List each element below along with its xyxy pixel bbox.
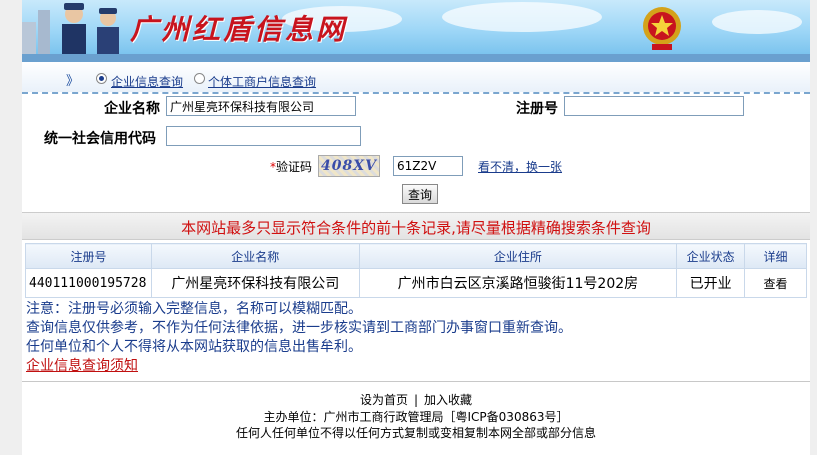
header-detail: 详细 <box>744 243 807 269</box>
cell-status: 已开业 <box>676 268 746 298</box>
add-favorite-link[interactable]: 加入收藏 <box>424 393 472 407</box>
footer-copyright: 任何人任何单位不得以任何方式复制或变相复制本网全部或部分信息 <box>235 426 596 440</box>
captcha-input[interactable] <box>393 156 463 176</box>
emblem-icon <box>643 7 681 50</box>
notice-bar: 本网站最多只显示符合条件的前十条记录,请尽量根据精确搜索条件查询 <box>22 212 810 240</box>
header-divider <box>22 54 810 62</box>
cell-company-name: 广州星亮环保科技有限公司 <box>150 268 360 298</box>
radio-enterprise-label[interactable]: 企业信息查询 <box>111 73 183 90</box>
reg-no-label: 注册号 <box>516 101 558 117</box>
credit-code-input[interactable] <box>166 126 361 146</box>
header-address: 企业住所 <box>358 243 678 269</box>
note-line-2: 查询信息仅供参考，不作为任何法律依据，进一步核实请到工商部门办事窗口重新查询。 <box>26 320 572 336</box>
left-margin <box>0 0 22 455</box>
radio-enterprise[interactable] <box>96 73 107 84</box>
view-detail-link[interactable]: 查看 <box>744 268 807 298</box>
page-main: 广州红盾信息网 》 企业信息查询 个体工商户信息查询 企业名称 注册号 统一社会… <box>22 0 810 455</box>
footer-divider <box>22 381 810 382</box>
captcha-label: *验证码 <box>270 158 312 175</box>
radio-individual-label[interactable]: 个体工商户信息查询 <box>208 73 316 90</box>
double-arrow-icon: 》 <box>66 74 80 89</box>
captcha-image[interactable]: 408XV <box>318 155 380 177</box>
query-button[interactable]: 查询 <box>402 184 438 204</box>
company-name-label: 企业名称 <box>104 101 160 117</box>
reg-no-input[interactable] <box>564 96 744 116</box>
footer-links: 设为首页 | 加入收藏 <box>22 391 810 408</box>
result-limit-notice: 本网站最多只显示符合条件的前十条记录,请尽量根据精确搜索条件查询 <box>181 219 651 237</box>
city-officers-illustration <box>22 3 119 54</box>
results-table: 注册号 企业名称 企业住所 企业状态 详细 440111000195728 广州… <box>25 243 807 298</box>
company-name-input[interactable] <box>166 96 356 116</box>
header-company-name: 企业名称 <box>150 243 360 269</box>
credit-code-label: 统一社会信用代码 <box>44 131 156 147</box>
notes-block: 注意：注册号必须输入完整信息，名称可以模糊匹配。 查询信息仅供参考，不作为任何法… <box>26 300 572 376</box>
cell-reg-no: 440111000195728 <box>25 268 152 298</box>
cell-address: 广州市白云区京溪路恒骏街11号202房 <box>358 268 678 298</box>
refresh-captcha-link[interactable]: 看不清，换一张 <box>478 158 562 175</box>
set-home-link[interactable]: 设为首页 <box>360 393 408 407</box>
search-type-bar: 》 企业信息查询 个体工商户信息查询 <box>22 62 810 94</box>
note-line-3: 任何单位和个人不得将从本网站获取的信息出售牟利。 <box>26 339 362 355</box>
header-status: 企业状态 <box>676 243 746 269</box>
footer-sponsor: 主办单位：广州市工商行政管理局［粤ICP备030863号］ <box>263 410 569 424</box>
table-header-row: 注册号 企业名称 企业住所 企业状态 详细 <box>25 243 807 269</box>
captcha-label-text: 验证码 <box>276 160 313 174</box>
table-row: 440111000195728 广州星亮环保科技有限公司 广州市白云区京溪路恒骏… <box>25 268 807 298</box>
query-guide-link[interactable]: 企业信息查询须知 <box>26 358 138 374</box>
right-margin <box>810 0 817 455</box>
site-title: 广州红盾信息网 <box>130 13 348 46</box>
site-banner: 广州红盾信息网 <box>22 0 810 54</box>
header-reg-no: 注册号 <box>25 243 152 269</box>
search-form: 企业名称 注册号 统一社会信用代码 *验证码 408XV 看不清，换一张 查询 <box>22 94 810 212</box>
footer-separator: | <box>413 393 419 407</box>
radio-individual[interactable] <box>194 73 205 84</box>
note-line-1: 注意：注册号必须输入完整信息，名称可以模糊匹配。 <box>26 301 362 317</box>
